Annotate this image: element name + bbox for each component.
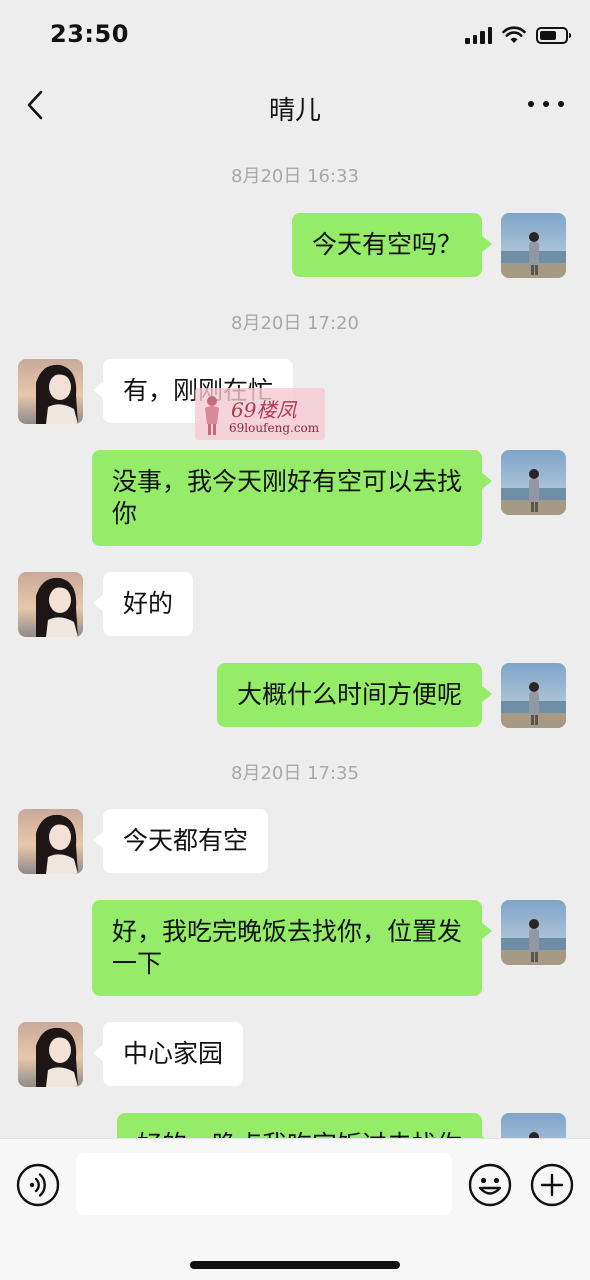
self-avatar-image — [501, 213, 566, 278]
self-avatar[interactable] — [501, 663, 566, 728]
message-list[interactable]: 8月20日 16:33 今天有空吗？ 8月20日 17:20 有，刚刚在忙 没事… — [0, 140, 590, 1140]
message-bubble-sent[interactable]: 好的，晚点我吃完饭过去找你 — [116, 1113, 493, 1140]
message-timestamp: 8月20日 17:20 — [231, 313, 359, 334]
status-bar: 23:50 — [0, 0, 590, 70]
self-avatar-image — [501, 663, 566, 728]
self-avatar-image — [501, 1113, 566, 1140]
contact-avatar[interactable] — [18, 1022, 83, 1087]
message-bubble-sent[interactable]: 大概什么时间方便呢 — [216, 663, 493, 727]
message-bubble-received[interactable]: 今天都有空 — [92, 809, 269, 873]
message-input[interactable] — [76, 1153, 452, 1215]
self-avatar[interactable] — [501, 213, 566, 278]
message-bubble-sent[interactable]: 今天有空吗？ — [291, 213, 493, 277]
self-avatar[interactable] — [501, 450, 566, 515]
contact-avatar-image — [18, 1022, 83, 1087]
message-bubble-sent[interactable]: 没事，我今天刚好有空可以去找你 — [92, 450, 492, 546]
battery-icon — [536, 26, 571, 44]
self-avatar-image — [501, 450, 566, 515]
contact-avatar[interactable] — [18, 809, 83, 874]
cellular-signal-icon — [465, 26, 492, 44]
watermark-url: 69loufeng.com — [229, 421, 320, 435]
more-functions-button[interactable] — [530, 1163, 574, 1207]
contact-avatar-image — [18, 809, 83, 874]
contact-avatar[interactable] — [18, 359, 83, 424]
chat-header: 晴儿 — [0, 70, 590, 140]
self-avatar[interactable] — [501, 900, 566, 965]
watermark-figure-icon — [205, 396, 219, 435]
watermark-brand: 69楼凤 — [231, 398, 297, 422]
self-avatar[interactable] — [501, 1113, 566, 1140]
chat-title: 晴儿 — [268, 96, 321, 126]
self-avatar-image — [501, 900, 566, 965]
home-indicator[interactable] — [190, 1261, 400, 1269]
more-button[interactable] — [528, 90, 564, 118]
voice-icon — [16, 1163, 60, 1207]
message-bubble-received[interactable]: 好的 — [92, 572, 194, 636]
input-bar — [0, 1138, 590, 1280]
status-icons — [465, 22, 571, 48]
voice-button[interactable] — [16, 1163, 60, 1207]
wifi-icon — [502, 26, 526, 43]
contact-avatar-image — [18, 359, 83, 424]
contact-avatar-image — [18, 572, 83, 637]
plus-icon — [530, 1163, 574, 1207]
message-bubble-received[interactable]: 中心家园 — [92, 1022, 244, 1086]
message-timestamp: 8月20日 16:33 — [231, 166, 359, 187]
more-dots-icon — [528, 101, 534, 107]
emoji-icon — [468, 1163, 512, 1207]
status-time: 23:50 — [50, 20, 129, 48]
watermark-logo: 69楼凤 69loufeng.com — [195, 388, 325, 440]
contact-avatar[interactable] — [18, 572, 83, 637]
emoji-button[interactable] — [468, 1163, 512, 1207]
message-timestamp: 8月20日 17:35 — [231, 763, 359, 784]
message-bubble-sent[interactable]: 好，我吃完晚饭去找你，位置发一下 — [92, 900, 492, 996]
